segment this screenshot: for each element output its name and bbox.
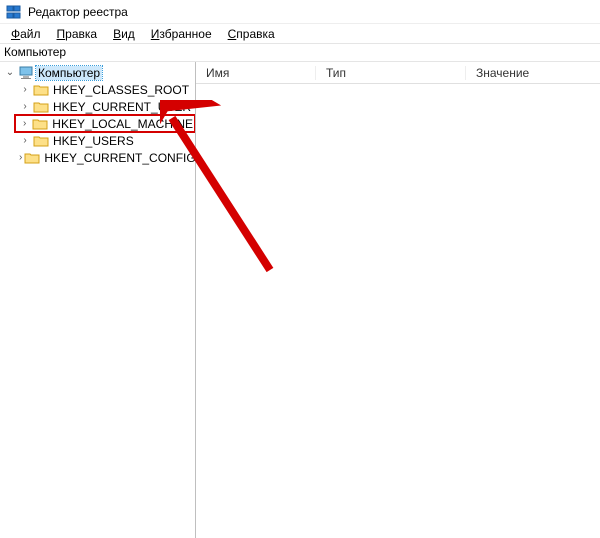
column-header-name[interactable]: Имя bbox=[196, 66, 316, 80]
tree-node[interactable]: › HKEY_CURRENT_CONFIG bbox=[15, 149, 195, 166]
folder-icon bbox=[33, 83, 49, 97]
column-header-value[interactable]: Значение bbox=[466, 66, 600, 80]
tree-node[interactable]: › HKEY_LOCAL_MACHINE bbox=[15, 115, 195, 132]
expand-icon[interactable]: › bbox=[19, 152, 22, 163]
list-pane[interactable]: Имя Тип Значение bbox=[196, 62, 600, 538]
menu-file[interactable]: Файл bbox=[4, 26, 48, 42]
list-header: Имя Тип Значение bbox=[196, 62, 600, 84]
menu-view-rest: ид bbox=[121, 27, 135, 41]
tree-node[interactable]: › HKEY_USERS bbox=[15, 132, 195, 149]
tree-node-label: HKEY_CURRENT_CONFIG bbox=[42, 151, 196, 165]
address-bar[interactable]: Компьютер bbox=[0, 44, 600, 62]
menu-view[interactable]: Вид bbox=[106, 26, 142, 42]
tree-pane[interactable]: ⌄ Компьютер › HKEY_CLASSES_ROOT › HKEY_CURR… bbox=[0, 62, 196, 538]
menubar: Файл Правка Вид Избранное Справка bbox=[0, 24, 600, 44]
expand-icon[interactable]: › bbox=[19, 84, 31, 95]
tree-root-computer[interactable]: ⌄ Компьютер bbox=[0, 64, 195, 81]
folder-icon bbox=[32, 117, 48, 131]
menu-edit-rest: равка bbox=[65, 27, 97, 41]
menu-help-rest: правка bbox=[236, 27, 274, 41]
folder-icon bbox=[33, 100, 49, 114]
tree-node-label: Компьютер bbox=[36, 66, 102, 80]
expand-icon[interactable]: › bbox=[19, 135, 31, 146]
tree-node[interactable]: › HKEY_CLASSES_ROOT bbox=[15, 81, 195, 98]
menu-favorites[interactable]: Избранное bbox=[144, 26, 219, 42]
menu-file-rest: айл bbox=[20, 27, 40, 41]
window-title: Редактор реестра bbox=[28, 5, 128, 19]
regedit-icon bbox=[6, 4, 22, 20]
expand-icon[interactable]: › bbox=[19, 101, 31, 112]
tree-node-label: HKEY_CLASSES_ROOT bbox=[51, 83, 191, 97]
menu-fav-rest: збранное bbox=[159, 27, 211, 41]
tree-node[interactable]: › HKEY_CURRENT_USER bbox=[15, 98, 195, 115]
expand-icon[interactable]: › bbox=[19, 118, 30, 129]
folder-icon bbox=[33, 134, 49, 148]
tree-node-label: HKEY_LOCAL_MACHINE bbox=[50, 117, 195, 131]
folder-icon bbox=[24, 151, 40, 165]
content-area: ⌄ Компьютер › HKEY_CLASSES_ROOT › HKEY_CURR… bbox=[0, 62, 600, 538]
tree-node-label: HKEY_USERS bbox=[51, 134, 136, 148]
titlebar: Редактор реестра bbox=[0, 0, 600, 24]
computer-icon bbox=[18, 66, 34, 80]
expand-collapse-icon[interactable]: ⌄ bbox=[4, 67, 16, 78]
column-header-type[interactable]: Тип bbox=[316, 66, 466, 80]
menu-help[interactable]: Справка bbox=[221, 26, 282, 42]
tree-node-label: HKEY_CURRENT_USER bbox=[51, 100, 193, 114]
menu-edit[interactable]: Правка bbox=[50, 26, 105, 42]
